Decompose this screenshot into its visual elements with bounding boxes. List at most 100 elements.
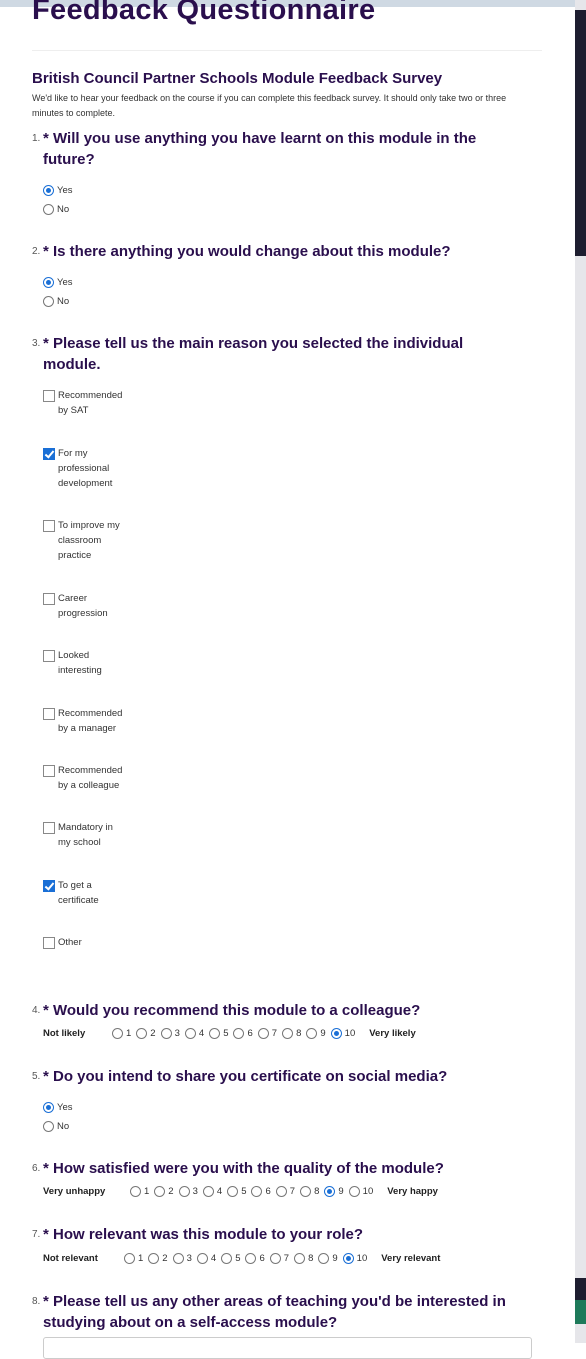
scale-option-7[interactable]: 7 xyxy=(275,1186,295,1197)
radio-button[interactable] xyxy=(318,1253,330,1264)
q5-option-no[interactable]: No xyxy=(43,1121,69,1134)
scale-option-6[interactable]: 6 xyxy=(233,1028,253,1039)
scale-option-3[interactable]: 3 xyxy=(178,1186,198,1197)
radio-button[interactable] xyxy=(148,1253,160,1264)
scale-option-8[interactable]: 8 xyxy=(294,1253,313,1264)
checkbox[interactable] xyxy=(43,822,55,834)
scale-number: 2 xyxy=(150,1028,156,1039)
radio-button[interactable] xyxy=(43,204,54,215)
radio-button[interactable] xyxy=(330,1028,342,1039)
scale-option-6[interactable]: 6 xyxy=(245,1253,265,1264)
scale-option-2[interactable]: 2 xyxy=(136,1028,156,1039)
q3-option-career-progression[interactable]: Career progression xyxy=(43,593,128,621)
radio-button[interactable] xyxy=(300,1186,312,1197)
checkbox[interactable] xyxy=(43,520,55,532)
scale-option-1[interactable]: 1 xyxy=(112,1028,131,1039)
radio-button[interactable] xyxy=(184,1028,196,1039)
radio-button[interactable] xyxy=(43,1102,54,1113)
checkbox[interactable] xyxy=(43,390,55,402)
scale-option-10[interactable]: 10 xyxy=(342,1253,367,1264)
radio-button[interactable] xyxy=(282,1028,294,1039)
radio-button[interactable] xyxy=(221,1253,233,1264)
q3-option-classroom-practice[interactable]: To improve my classroom practice xyxy=(43,520,128,563)
q1-option-no[interactable]: No xyxy=(43,204,69,217)
scale-option-9[interactable]: 9 xyxy=(306,1028,326,1039)
scale-option-4[interactable]: 4 xyxy=(202,1186,223,1197)
q3-option-other[interactable]: Other xyxy=(43,937,128,950)
question-number: 4. xyxy=(32,1005,41,1016)
radio-button[interactable] xyxy=(43,277,54,288)
radio-button[interactable] xyxy=(257,1028,269,1039)
scale-option-9[interactable]: 9 xyxy=(324,1186,344,1197)
q1-option-yes[interactable]: Yes xyxy=(43,185,73,198)
page-title: Feedback Questionnaire xyxy=(32,0,376,26)
radio-button[interactable] xyxy=(348,1186,360,1197)
radio-button[interactable] xyxy=(112,1028,123,1039)
checkbox[interactable] xyxy=(43,593,55,605)
checkbox[interactable] xyxy=(43,448,55,460)
scale-option-6[interactable]: 6 xyxy=(251,1186,271,1197)
radio-button[interactable] xyxy=(196,1253,208,1264)
radio-button[interactable] xyxy=(160,1028,172,1039)
scale-option-3[interactable]: 3 xyxy=(172,1253,192,1264)
scale-option-1[interactable]: 1 xyxy=(130,1186,149,1197)
radio-button[interactable] xyxy=(251,1186,263,1197)
checkbox[interactable] xyxy=(43,650,55,662)
checkbox[interactable] xyxy=(43,765,55,777)
scale-option-10[interactable]: 10 xyxy=(348,1186,373,1197)
radio-button[interactable] xyxy=(124,1253,135,1264)
checkbox[interactable] xyxy=(43,880,55,892)
radio-button[interactable] xyxy=(209,1028,221,1039)
radio-button[interactable] xyxy=(233,1028,245,1039)
radio-button[interactable] xyxy=(342,1253,354,1264)
checkbox[interactable] xyxy=(43,708,55,720)
radio-button[interactable] xyxy=(294,1253,306,1264)
scale-option-7[interactable]: 7 xyxy=(257,1028,277,1039)
radio-button[interactable] xyxy=(324,1186,336,1197)
radio-button[interactable] xyxy=(227,1186,239,1197)
radio-button[interactable] xyxy=(178,1186,190,1197)
scale-option-5[interactable]: 5 xyxy=(221,1253,240,1264)
scale-option-8[interactable]: 8 xyxy=(282,1028,301,1039)
q2-option-yes[interactable]: Yes xyxy=(43,277,73,290)
scrollbar-marker xyxy=(575,1278,586,1300)
radio-button[interactable] xyxy=(269,1253,281,1264)
scale-option-8[interactable]: 8 xyxy=(300,1186,319,1197)
scale-option-5[interactable]: 5 xyxy=(227,1186,246,1197)
scrollbar-thumb[interactable] xyxy=(575,10,586,256)
q8-answer-textarea[interactable] xyxy=(43,1337,532,1359)
radio-button[interactable] xyxy=(154,1186,166,1197)
radio-button[interactable] xyxy=(43,185,54,196)
scale-option-4[interactable]: 4 xyxy=(184,1028,204,1039)
q3-option-recommended-by-manager[interactable]: Recommended by a manager xyxy=(43,708,128,736)
radio-button[interactable] xyxy=(136,1028,148,1039)
q3-option-professional-development[interactable]: For my professional development xyxy=(43,448,128,491)
scale-option-9[interactable]: 9 xyxy=(318,1253,338,1264)
q3-option-get-certificate[interactable]: To get a certificate xyxy=(43,880,128,908)
scale-option-2[interactable]: 2 xyxy=(154,1186,174,1197)
scale-option-4[interactable]: 4 xyxy=(196,1253,216,1264)
q3-option-mandatory-in-school[interactable]: Mandatory in my school xyxy=(43,822,128,850)
radio-button[interactable] xyxy=(130,1186,141,1197)
scale-option-3[interactable]: 3 xyxy=(160,1028,180,1039)
radio-button[interactable] xyxy=(202,1186,214,1197)
radio-button[interactable] xyxy=(43,1121,54,1132)
q3-option-recommended-by-colleague[interactable]: Recommended by a colleague xyxy=(43,765,128,793)
radio-button[interactable] xyxy=(43,296,54,307)
q2-option-no[interactable]: No xyxy=(43,296,69,309)
q3-option-looked-interesting[interactable]: Looked interesting xyxy=(43,650,128,678)
checkbox[interactable] xyxy=(43,937,55,949)
scale-option-10[interactable]: 10 xyxy=(330,1028,355,1039)
scale-number: 8 xyxy=(308,1253,314,1264)
radio-button[interactable] xyxy=(172,1253,184,1264)
q5-option-yes[interactable]: Yes xyxy=(43,1102,73,1115)
scale-option-2[interactable]: 2 xyxy=(148,1253,168,1264)
scale-option-5[interactable]: 5 xyxy=(209,1028,228,1039)
scale-option-1[interactable]: 1 xyxy=(124,1253,143,1264)
radio-button[interactable] xyxy=(306,1028,318,1039)
scale-number: 4 xyxy=(216,1186,223,1197)
scale-option-7[interactable]: 7 xyxy=(269,1253,289,1264)
q3-option-recommended-by-sat[interactable]: Recommended by SAT xyxy=(43,390,128,418)
radio-button[interactable] xyxy=(245,1253,257,1264)
radio-button[interactable] xyxy=(275,1186,287,1197)
